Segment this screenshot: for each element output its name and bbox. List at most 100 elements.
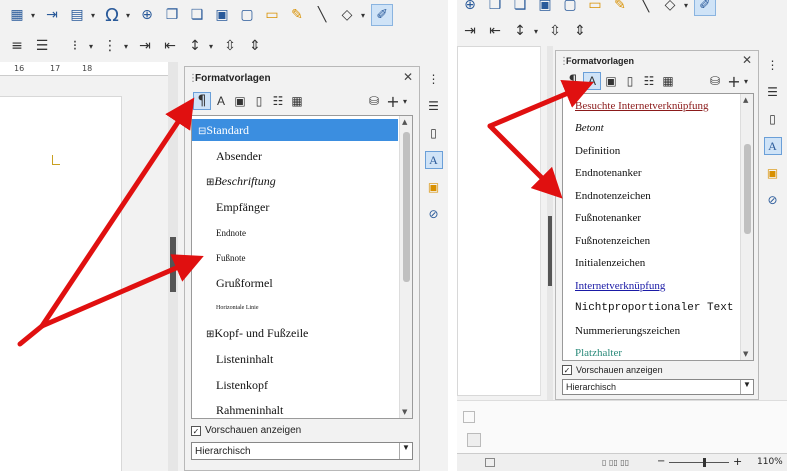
paragraph-styles-icon[interactable]: ¶ — [564, 72, 582, 90]
styles-list[interactable]: Besuchte Internetverknüpfung Betont Defi… — [562, 93, 754, 361]
line-spacing-icon[interactable]: ↕ — [509, 20, 531, 42]
picture-icon[interactable]: ▣ — [211, 4, 233, 26]
copy-icon[interactable]: ❐ — [484, 0, 506, 16]
check-icon[interactable]: ✓ — [191, 425, 201, 436]
list-styles-icon[interactable]: ☷ — [269, 92, 287, 110]
list-scrollbar[interactable]: ▲ ▼ — [740, 94, 753, 360]
list-item[interactable]: Endnote — [192, 222, 398, 244]
indent-decrease-icon[interactable]: ⇤ — [484, 20, 506, 42]
track-changes-icon[interactable]: ✎ — [609, 0, 631, 16]
copy-icon[interactable] — [467, 433, 481, 447]
list-item[interactable]: Absender — [192, 145, 398, 167]
styles-icon[interactable]: A — [763, 137, 782, 155]
list-item[interactable]: ⊞Beschriftung — [192, 170, 398, 192]
zoom-slider[interactable] — [669, 458, 729, 467]
line-icon[interactable]: ╲ — [311, 4, 333, 26]
styles-list[interactable]: ⊟Standard Absender ⊞Beschriftung Empfäng… — [191, 115, 413, 419]
insert-page-icon[interactable]: ▤ — [66, 4, 88, 26]
indent-increase-icon[interactable]: ⇥ — [459, 20, 481, 42]
character-styles-icon[interactable]: A — [583, 72, 601, 90]
list-item[interactable]: Betont — [563, 118, 739, 138]
draw-icon[interactable]: ✐ — [694, 0, 717, 16]
document-scrollbar[interactable] — [168, 62, 178, 471]
line-icon[interactable]: ╲ — [634, 0, 656, 16]
list-item[interactable]: Fußnotenzeichen — [563, 231, 739, 251]
list-item[interactable]: Listeninhalt — [192, 348, 398, 370]
frame-icon[interactable]: ▢ — [559, 0, 581, 16]
selection-mode-icon[interactable] — [485, 458, 495, 467]
properties-icon[interactable]: ☰ — [425, 97, 443, 115]
gallery-icon[interactable]: ▣ — [425, 178, 443, 196]
close-icon[interactable]: ✕ — [742, 53, 752, 67]
preview-checkbox[interactable]: ✓ Vorschauen anzeigen — [562, 365, 663, 375]
list-item[interactable]: ⊟Standard — [192, 119, 398, 141]
fill-format-icon[interactable]: ⛁ — [706, 72, 724, 90]
list-item[interactable]: ⊞Kopf- und Fußzeile — [192, 322, 398, 344]
draw-icon[interactable]: ✐ — [371, 4, 394, 26]
numbered-list-icon[interactable]: ⋮ — [99, 35, 121, 57]
table-styles-icon[interactable]: ▦ — [659, 72, 677, 90]
insert-table-icon[interactable]: ▦ — [6, 4, 28, 26]
scroll-up-icon[interactable]: ▲ — [743, 96, 748, 104]
document-page[interactable] — [0, 96, 122, 471]
navigator-icon[interactable]: ⊘ — [764, 191, 782, 209]
new-style-icon[interactable]: + — [725, 72, 743, 91]
paragraph-spacing-2-icon[interactable]: ⇕ — [244, 35, 266, 57]
chevron-down-icon[interactable]: ▼ — [740, 380, 753, 394]
ruler[interactable]: 16 17 18 — [0, 62, 168, 76]
list-item[interactable]: Endnotenzeichen — [563, 186, 739, 206]
list-item[interactable]: Endnotenanker — [563, 163, 739, 183]
list-item[interactable]: Rahmeninhalt — [192, 399, 398, 418]
list-item[interactable]: Definition — [563, 141, 739, 161]
page-icon[interactable]: ▯ — [764, 110, 782, 128]
indent-decrease-icon[interactable]: ⇤ — [159, 35, 181, 57]
frame-styles-icon[interactable]: ▣ — [231, 92, 249, 110]
paste-icon[interactable]: ❏ — [509, 0, 531, 16]
navigator-icon[interactable]: ⊘ — [425, 205, 443, 223]
list-item[interactable]: Nichtproportionaler Text — [563, 298, 739, 318]
list-item[interactable]: Internetverknüpfung — [563, 276, 739, 296]
list-item[interactable]: Besuchte Internetverknüpfung — [563, 96, 739, 116]
paragraph-styles-icon[interactable]: ¶ — [193, 92, 211, 110]
bullet-list-icon[interactable]: ⁝ — [64, 35, 86, 57]
frame-icon[interactable]: ▢ — [236, 4, 258, 26]
list-item[interactable]: Empfänger — [192, 196, 398, 218]
page-styles-icon[interactable]: ▯ — [621, 72, 639, 90]
properties-icon[interactable]: ☰ — [764, 83, 782, 101]
comment-icon[interactable]: ▭ — [261, 4, 283, 26]
paragraph-spacing-icon[interactable]: ⇳ — [544, 20, 566, 42]
page-styles-icon[interactable]: ▯ — [250, 92, 268, 110]
fill-format-icon[interactable]: ⛁ — [365, 92, 383, 110]
list-item[interactable]: Horizontale Linie — [192, 297, 398, 319]
paste-icon[interactable]: ❏ — [186, 4, 208, 26]
list-item[interactable]: Fußnotenanker — [563, 208, 739, 228]
list-item[interactable]: Fußnote — [192, 247, 398, 269]
menu-icon[interactable]: ⋮ — [764, 56, 782, 74]
table-styles-icon[interactable]: ▦ — [288, 92, 306, 110]
zoom-in-icon[interactable]: + — [733, 455, 742, 468]
page-icon[interactable]: ▯ — [425, 124, 443, 142]
paragraph-spacing-icon[interactable]: ⇳ — [219, 35, 241, 57]
chevron-down-icon[interactable]: ▼ — [399, 443, 412, 459]
indent-increase-icon[interactable]: ⇥ — [134, 35, 156, 57]
menu-icon[interactable]: ⋮ — [425, 70, 443, 88]
picture-icon[interactable]: ▣ — [534, 0, 556, 16]
close-icon[interactable]: ✕ — [403, 70, 413, 84]
paragraph-spacing-2-icon[interactable]: ⇕ — [569, 20, 591, 42]
list-styles-icon[interactable]: ☷ — [640, 72, 658, 90]
character-styles-icon[interactable]: A — [212, 92, 230, 110]
document-scrollbar[interactable] — [547, 46, 553, 400]
web-icon[interactable]: ⊕ — [136, 4, 158, 26]
list-scrollbar[interactable]: ▲ ▼ — [399, 116, 412, 418]
zoom-level[interactable]: 110% — [757, 457, 783, 467]
special-character-icon[interactable]: Ω — [101, 4, 123, 26]
frame-styles-icon[interactable]: ▣ — [602, 72, 620, 90]
find-icon[interactable] — [463, 411, 475, 423]
web-icon[interactable]: ⊕ — [459, 0, 481, 16]
filter-select[interactable]: Hierarchisch ▼ — [562, 379, 754, 395]
preview-checkbox[interactable]: ✓ Vorschauen anzeigen — [191, 425, 301, 436]
line-spacing-icon[interactable]: ↕ — [184, 35, 206, 57]
align-justify-2-icon[interactable]: ☰ — [31, 35, 53, 57]
list-item[interactable]: Grußformel — [192, 272, 398, 294]
zoom-out-icon[interactable]: − — [657, 456, 665, 467]
